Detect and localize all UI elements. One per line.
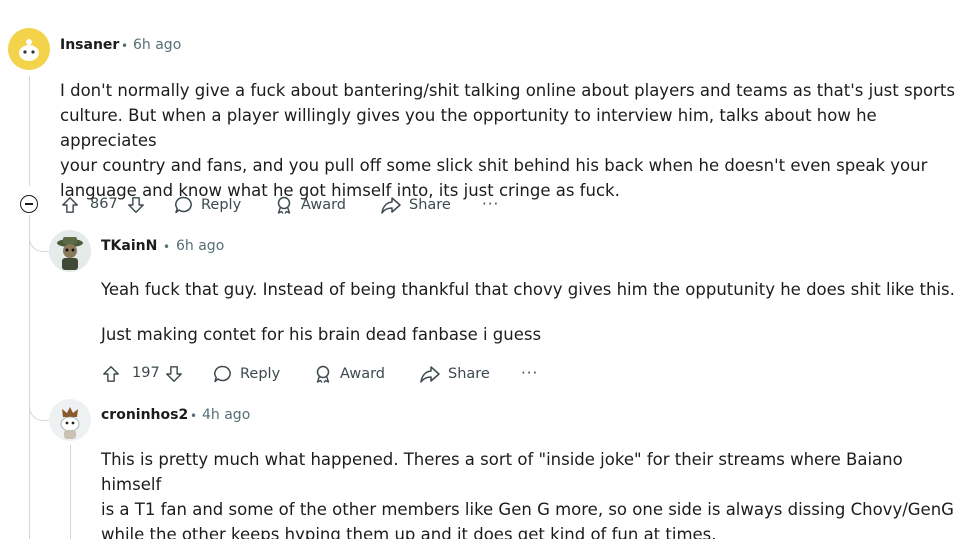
reply-label: Reply (201, 197, 242, 213)
comment-line: This is pretty much what happened. There… (101, 450, 903, 494)
vote-count: 867 (90, 196, 118, 212)
thread-line[interactable] (70, 445, 71, 539)
share-button[interactable]: Share (419, 364, 490, 384)
comment-line: while the other keeps hyping them up and… (101, 525, 717, 539)
thread-connector (29, 395, 49, 421)
reply-label: Reply (240, 366, 281, 382)
comment-line: Just making contet for his brain dead fa… (101, 325, 542, 344)
share-icon (381, 197, 401, 214)
avatar-croninhos2[interactable] (49, 399, 91, 441)
share-label: Share (409, 197, 451, 213)
comment-body: I don't normally give a fuck about bante… (60, 78, 960, 203)
reply-icon (214, 365, 231, 383)
award-icon (277, 196, 291, 214)
timestamp[interactable]: 6h ago (176, 238, 224, 254)
award-button[interactable]: Award (274, 195, 346, 215)
separator-dot: • (163, 240, 171, 254)
share-button[interactable]: Share (380, 195, 451, 215)
collapse-icon[interactable] (20, 195, 38, 213)
upvote-icon[interactable] (60, 195, 80, 215)
award-button[interactable]: Award (313, 364, 385, 384)
more-icon[interactable]: ··· (521, 366, 538, 381)
thread-connector (29, 226, 49, 252)
share-label: Share (448, 366, 490, 382)
reply-icon (175, 196, 192, 214)
timestamp[interactable]: 4h ago (202, 407, 250, 423)
thread-line[interactable] (29, 215, 30, 539)
comment-line: I don't normally give a fuck about bante… (60, 81, 955, 100)
separator-dot: • (190, 409, 198, 423)
comment-line: culture. But when a player willingly giv… (60, 106, 877, 150)
username[interactable]: Insaner (60, 37, 119, 53)
timestamp[interactable]: 6h ago (133, 37, 181, 53)
reply-button[interactable]: Reply (174, 195, 241, 215)
username[interactable]: TKainN (101, 238, 157, 254)
more-icon[interactable]: ··· (482, 197, 499, 212)
upvote-icon[interactable] (101, 364, 121, 384)
reply-button[interactable]: Reply (213, 364, 280, 384)
award-icon (316, 365, 330, 383)
comment-line: Yeah fuck that guy. Instead of being tha… (101, 280, 955, 299)
avatar-insaner[interactable] (8, 28, 50, 70)
thread-line[interactable] (29, 76, 30, 186)
comment-body: Yeah fuck that guy. Instead of being tha… (101, 277, 955, 347)
comment-body: This is pretty much what happened. There… (101, 447, 960, 539)
downvote-icon[interactable] (126, 195, 146, 215)
comment-line: is a T1 fan and some of the other member… (101, 500, 954, 519)
avatar-tkainn[interactable] (49, 230, 91, 272)
downvote-icon[interactable] (164, 364, 184, 384)
username[interactable]: croninhos2 (101, 407, 188, 423)
vote-count: 197 (132, 365, 160, 381)
comment-line: your country and fans, and you pull off … (60, 156, 928, 175)
share-icon (420, 366, 440, 383)
separator-dot: • (121, 39, 129, 53)
award-label: Award (340, 366, 385, 382)
award-label: Award (301, 197, 346, 213)
